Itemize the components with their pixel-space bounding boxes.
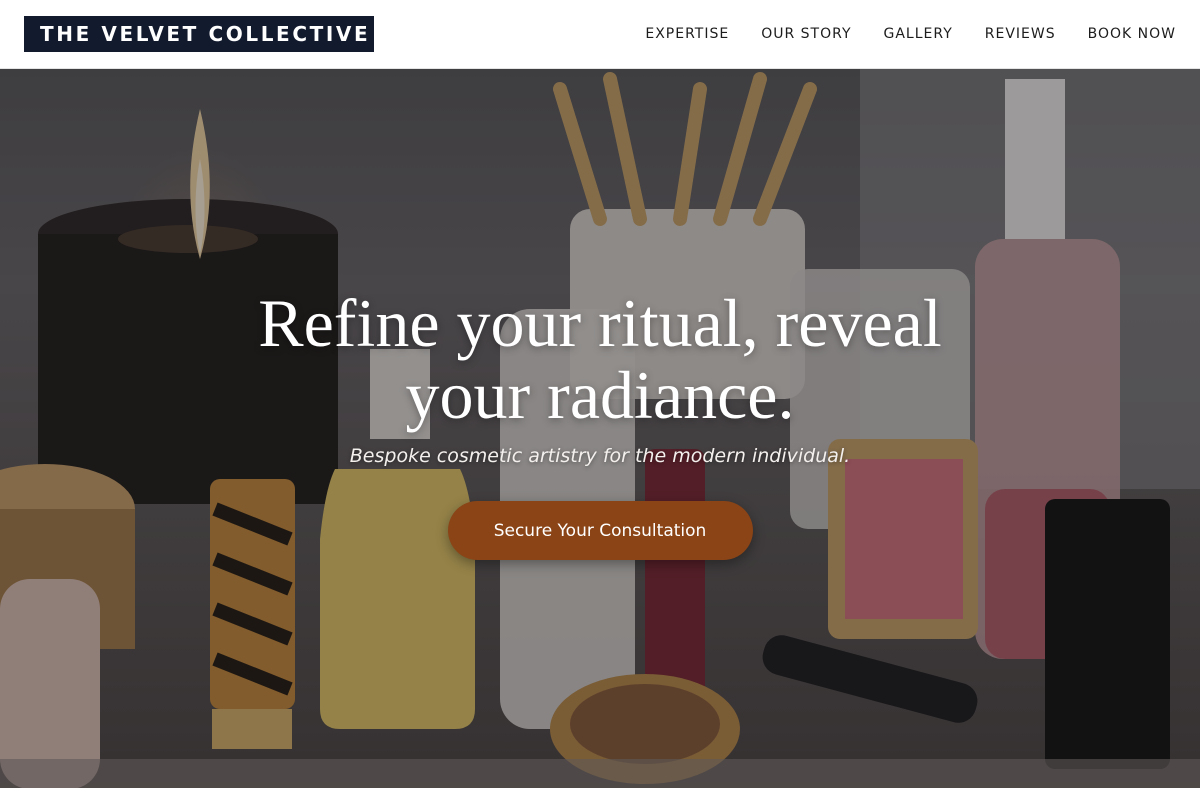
hero-title: Refine your ritual, reveal your radiance… [258,285,942,433]
page-bottom-edge [0,788,1200,800]
hero-section: Refine your ritual, reveal your radiance… [0,69,1200,788]
nav-link-reviews[interactable]: REVIEWS [985,26,1056,42]
site-header: THE VELVET COLLECTIVE EXPERTISE OUR STOR… [0,0,1200,69]
nav-link-gallery[interactable]: GALLERY [884,26,953,42]
nav-link-book-now[interactable]: BOOK NOW [1088,26,1176,42]
main-nav: EXPERTISE OUR STORY GALLERY REVIEWS BOOK… [645,26,1176,42]
consultation-button[interactable]: Secure Your Consultation [447,501,753,560]
brand-logo[interactable]: THE VELVET COLLECTIVE [24,16,374,52]
hero-content: Refine your ritual, reveal your radiance… [0,287,1200,560]
hero-subtitle: Bespoke cosmetic artistry for the modern… [349,445,851,467]
nav-link-our-story[interactable]: OUR STORY [761,26,851,42]
nav-link-expertise[interactable]: EXPERTISE [645,26,729,42]
